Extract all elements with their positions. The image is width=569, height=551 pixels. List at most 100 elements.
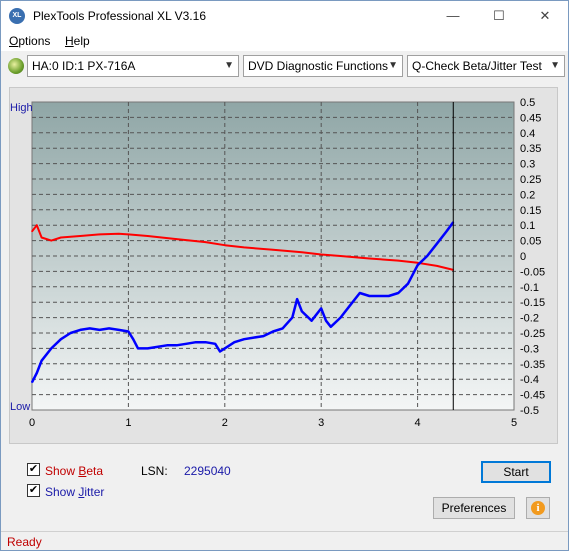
lsn-value: 2295040 bbox=[184, 464, 231, 478]
chevron-down-icon: ▼ bbox=[224, 60, 234, 71]
jitter-point bbox=[272, 330, 274, 333]
jitter-point bbox=[166, 344, 168, 347]
beta-point bbox=[243, 246, 245, 249]
jitter-point bbox=[127, 330, 130, 333]
x-tick-label: 4 bbox=[415, 417, 421, 429]
beta-point bbox=[31, 230, 33, 233]
function-select[interactable]: DVD Diagnostic Functions ▼ bbox=[243, 55, 403, 77]
jitter-point bbox=[291, 316, 294, 319]
y-tick-label: 0 bbox=[520, 251, 526, 263]
menu-options[interactable]: Options bbox=[9, 34, 50, 48]
minimize-button[interactable]: — bbox=[430, 1, 476, 31]
chevron-down-icon: ▼ bbox=[550, 60, 560, 71]
jitter-point bbox=[98, 329, 101, 331]
jitter-point bbox=[117, 329, 120, 331]
jitter-point bbox=[132, 338, 135, 340]
title-bar[interactable]: XL PlexTools Professional XL V3.16 — ☐ ✕ bbox=[1, 1, 568, 31]
beta-point bbox=[301, 251, 303, 254]
jitter-point bbox=[219, 350, 221, 353]
jitter-point bbox=[416, 264, 419, 267]
jitter-point bbox=[50, 347, 53, 350]
test-select-value: Q-Check Beta/Jitter Test bbox=[412, 59, 542, 73]
y-tick-label: -0.05 bbox=[520, 266, 545, 278]
y-tick-label: -0.25 bbox=[520, 328, 545, 340]
beta-point bbox=[146, 235, 149, 237]
beta-point bbox=[127, 233, 130, 236]
jitter-point bbox=[320, 307, 323, 310]
menu-bar: Options Help bbox=[1, 31, 568, 51]
jitter-point bbox=[175, 344, 178, 347]
jitter-point bbox=[108, 327, 110, 330]
jitter-point bbox=[325, 319, 327, 322]
test-select[interactable]: Q-Check Beta/Jitter Test ▼ bbox=[407, 55, 565, 77]
chart-panel: 0.5 0.45 0.4 0.35 0.3 0.25 0.2 0.15 0.1 0.05 0 -0.0… bbox=[9, 87, 558, 444]
jitter-point bbox=[204, 341, 207, 344]
menu-help[interactable]: Help bbox=[65, 34, 90, 48]
y-tick-label: 0.2 bbox=[520, 189, 535, 201]
beta-point bbox=[40, 236, 43, 239]
drive-disc-icon bbox=[8, 58, 24, 74]
show-beta-label[interactable]: Show Beta bbox=[45, 464, 103, 478]
maximize-button[interactable]: ☐ bbox=[476, 1, 522, 31]
info-button[interactable]: i bbox=[526, 497, 550, 519]
app-icon: XL bbox=[9, 8, 25, 24]
drive-select[interactable]: HA:0 ID:1 PX-716A ▼ bbox=[27, 55, 239, 77]
jitter-point bbox=[387, 295, 390, 297]
beta-point bbox=[397, 259, 400, 262]
jitter-point bbox=[156, 346, 159, 348]
jitter-point bbox=[436, 242, 438, 245]
preferences-button[interactable]: Preferences bbox=[433, 497, 515, 519]
jitter-point bbox=[185, 342, 188, 345]
beta-point bbox=[272, 249, 274, 251]
start-button[interactable]: Start bbox=[481, 461, 551, 483]
jitter-point bbox=[224, 347, 226, 350]
x-tick-label: 3 bbox=[318, 417, 324, 429]
status-text: Ready bbox=[7, 535, 42, 549]
show-beta-checkbox[interactable]: ✔ bbox=[27, 463, 40, 476]
y-tick-label: -0.3 bbox=[520, 343, 539, 355]
jitter-point bbox=[368, 295, 371, 297]
y-tick-label: -0.45 bbox=[520, 390, 545, 402]
grid-lines bbox=[32, 102, 514, 410]
show-jitter-label[interactable]: Show Jitter bbox=[45, 485, 104, 499]
app-window: XL PlexTools Professional XL V3.16 — ☐ ✕… bbox=[0, 0, 569, 551]
close-button[interactable]: ✕ bbox=[522, 1, 568, 31]
menu-help-accel: H bbox=[65, 34, 74, 48]
jitter-point bbox=[397, 292, 400, 294]
y-tick-label: -0.4 bbox=[520, 374, 539, 386]
window-title: PlexTools Professional XL V3.16 bbox=[33, 9, 206, 23]
jitter-point bbox=[281, 327, 284, 330]
jitter-point bbox=[31, 381, 33, 384]
x-tick-label: 0 bbox=[29, 417, 35, 429]
jitter-point bbox=[378, 295, 380, 297]
jitter-point bbox=[233, 341, 236, 344]
beta-point bbox=[204, 241, 207, 243]
jitter-point bbox=[137, 347, 139, 350]
jitter-point bbox=[349, 304, 351, 307]
jitter-point bbox=[426, 255, 429, 257]
jitter-point bbox=[146, 347, 149, 350]
show-jitter-checkbox[interactable]: ✔ bbox=[27, 484, 40, 497]
x-tick-label: 1 bbox=[125, 417, 131, 429]
jitter-point bbox=[445, 230, 448, 233]
y-tick-label: 0.3 bbox=[520, 159, 535, 171]
jitter-point bbox=[40, 359, 43, 362]
jitter-point bbox=[60, 338, 62, 340]
function-select-value: DVD Diagnostic Functions bbox=[248, 59, 389, 73]
jitter-point bbox=[310, 319, 313, 322]
y-tick-label: 0.5 bbox=[520, 97, 535, 109]
jitter-point bbox=[36, 372, 38, 374]
y-tick-label: -0.35 bbox=[520, 359, 545, 371]
status-bar: Ready bbox=[1, 531, 568, 550]
y-tick-label: 0.05 bbox=[520, 236, 541, 248]
beta-jitter-chart: 0.5 0.45 0.4 0.35 0.3 0.25 0.2 0.15 0.1 0.05 0 -0.0… bbox=[29, 97, 545, 429]
beta-point bbox=[175, 238, 178, 240]
info-icon: i bbox=[531, 501, 545, 515]
axis-high-label: High bbox=[10, 102, 33, 114]
jitter-point bbox=[195, 341, 197, 344]
jitter-point bbox=[252, 336, 255, 339]
beta-point bbox=[36, 224, 38, 226]
beta-point bbox=[98, 233, 101, 236]
menu-help-rest: elp bbox=[73, 34, 90, 48]
drive-select-value: HA:0 ID:1 PX-716A bbox=[32, 59, 136, 73]
